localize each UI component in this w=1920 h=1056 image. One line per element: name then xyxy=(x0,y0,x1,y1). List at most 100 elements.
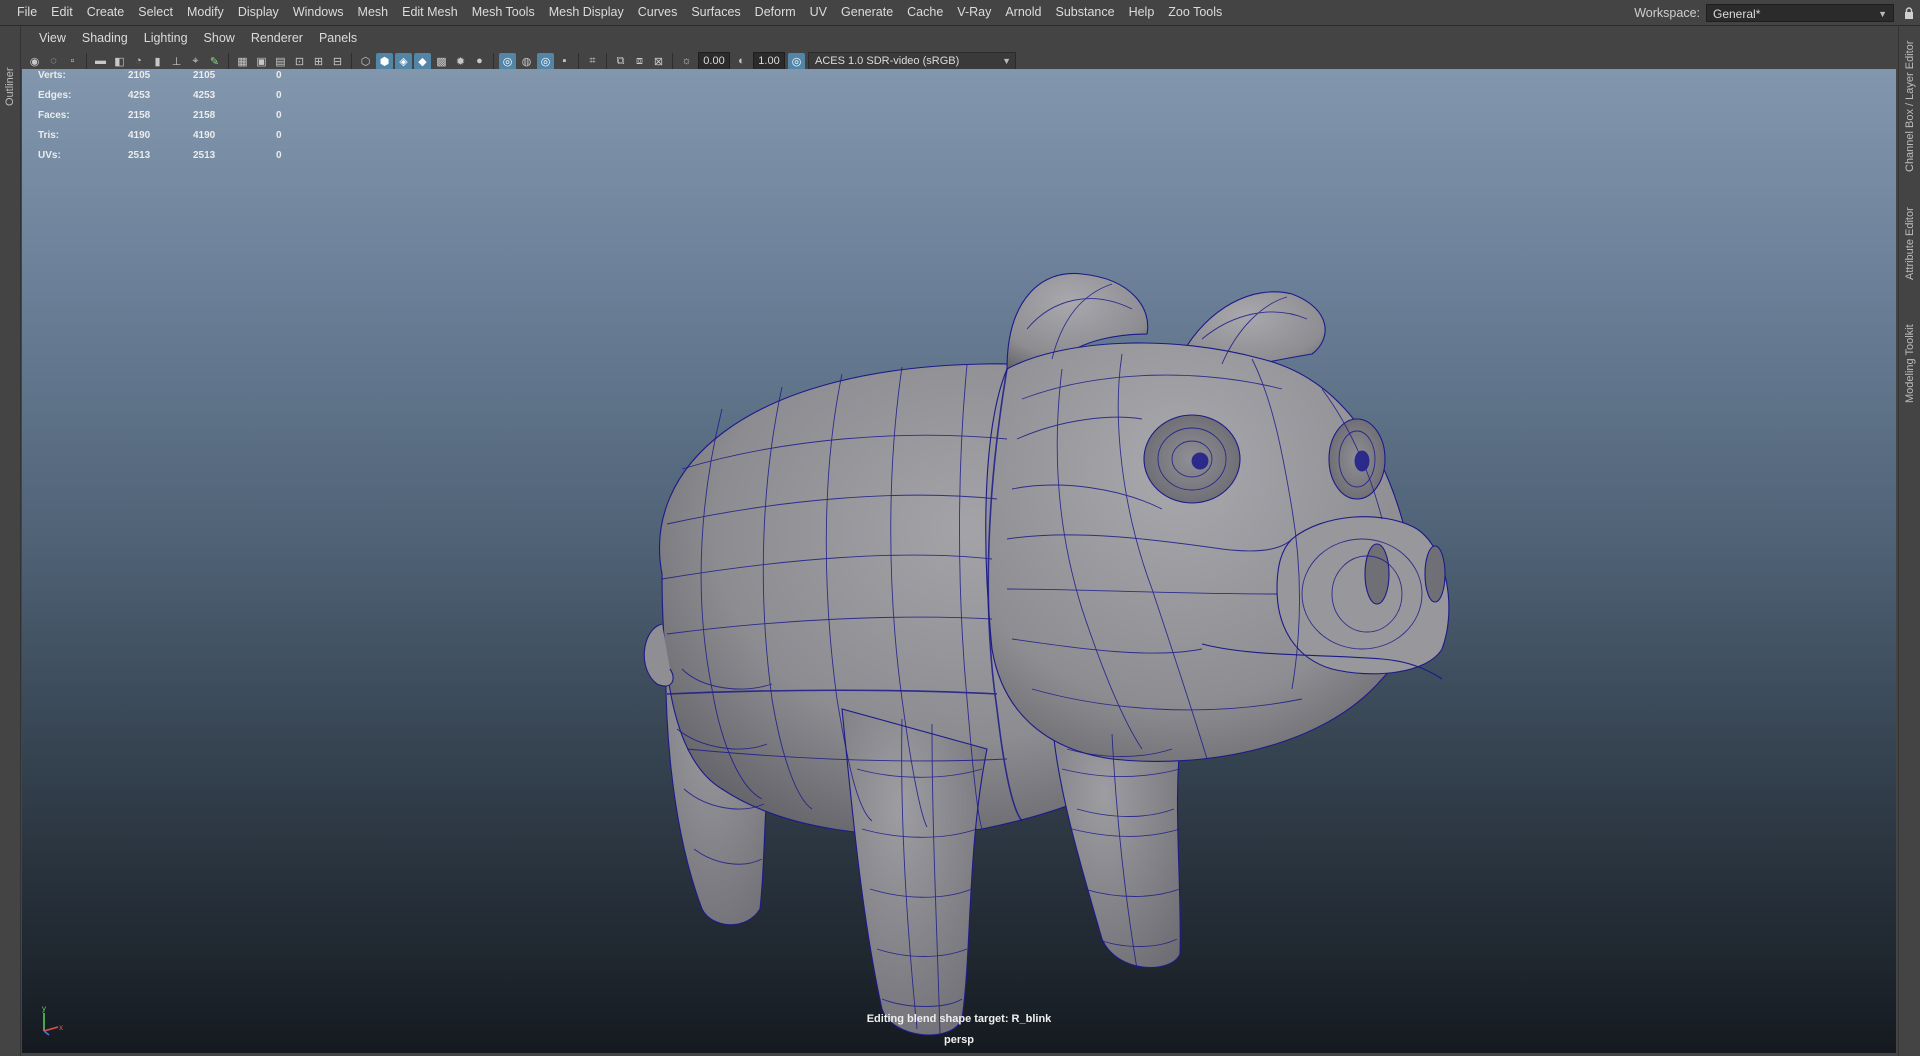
default-material-icon[interactable]: ◆ xyxy=(414,52,431,70)
menu-curves[interactable]: Curves xyxy=(631,0,685,25)
axis-y-label: y xyxy=(42,1004,46,1013)
toolbar-divider xyxy=(86,53,87,69)
ambient-occlusion-icon[interactable]: ▪ xyxy=(556,53,573,70)
safe-action-icon[interactable]: ⊞ xyxy=(310,53,327,70)
menu-generate[interactable]: Generate xyxy=(834,0,900,25)
toolbar-divider xyxy=(228,53,229,69)
menu-windows[interactable]: Windows xyxy=(286,0,351,25)
pig-mesh-model[interactable] xyxy=(22,69,1896,1053)
view-transform-dropdown[interactable]: ACES 1.0 SDR-video (sRGB) ▼ xyxy=(808,52,1016,70)
hud-value: 2513 xyxy=(128,150,151,161)
menu-help[interactable]: Help xyxy=(1122,0,1162,25)
menu-substance[interactable]: Substance xyxy=(1048,0,1121,25)
xray-icon[interactable]: ◎ xyxy=(499,52,516,70)
workspace-selector: Workspace: General* ▼ xyxy=(1634,0,1920,25)
menu-vray[interactable]: V-Ray xyxy=(950,0,998,25)
bookmark-icon[interactable]: ▫ xyxy=(64,53,81,70)
2d-pan-zoom-icon[interactable]: ◔ xyxy=(130,53,147,70)
select-camera-icon[interactable]: ◉ xyxy=(26,53,43,70)
camera-attributes-icon[interactable]: ◌ xyxy=(45,53,62,70)
tab-modeling-toolkit[interactable]: Modeling Toolkit xyxy=(1901,312,1919,416)
lock-icon[interactable] xyxy=(1898,0,1920,25)
grease-pencil-icon[interactable]: ▮ xyxy=(149,53,166,70)
menu-mesh-display[interactable]: Mesh Display xyxy=(542,0,631,25)
hud-value: 0 xyxy=(276,130,282,141)
wireframe-on-shaded-icon[interactable]: ◈ xyxy=(395,52,412,70)
panel-menu-show[interactable]: Show xyxy=(196,26,243,50)
tab-outliner[interactable]: Outliner xyxy=(1,60,19,114)
isolate-select-icon[interactable]: ⌗ xyxy=(584,53,601,70)
blend-shape-message: Editing blend shape target: R_blink xyxy=(866,1013,1052,1025)
menu-display[interactable]: Display xyxy=(231,0,286,25)
toolbar-divider xyxy=(606,53,607,69)
antialiasing-icon[interactable]: ⧉ xyxy=(612,53,629,70)
menu-modify[interactable]: Modify xyxy=(180,0,231,25)
hud-value: 0 xyxy=(276,90,282,101)
menu-create[interactable]: Create xyxy=(80,0,132,25)
hud-value: 2158 xyxy=(193,110,216,121)
panel-menu-renderer[interactable]: Renderer xyxy=(243,26,311,50)
hud-value: 2158 xyxy=(128,110,151,121)
xray-components-icon[interactable]: ◎ xyxy=(537,52,554,70)
menu-arnold[interactable]: Arnold xyxy=(998,0,1048,25)
motion-blur-icon[interactable]: ⊠ xyxy=(650,53,667,70)
tab-attribute-editor[interactable]: Attribute Editor xyxy=(1901,194,1919,294)
hud-label: Faces: xyxy=(38,110,70,121)
chevron-down-icon: ▼ xyxy=(1878,8,1887,19)
pencil-icon[interactable]: ✎ xyxy=(206,53,223,70)
toolbar-divider xyxy=(672,53,673,69)
grid-icon[interactable]: ▦ xyxy=(234,53,251,70)
menu-zoo-tools[interactable]: Zoo Tools xyxy=(1161,0,1229,25)
toolbar-divider xyxy=(578,53,579,69)
camera-icon[interactable]: ◧ xyxy=(111,53,128,70)
shadows-icon[interactable]: ● xyxy=(471,53,488,70)
tab-channel-box[interactable]: Channel Box / Layer Editor xyxy=(1901,34,1919,179)
hud-value: 4253 xyxy=(193,90,216,101)
gamma-icon[interactable]: ◐ xyxy=(733,53,750,70)
image-plane-icon[interactable]: ▬ xyxy=(92,53,109,70)
view-transform-value: ACES 1.0 SDR-video (sRGB) xyxy=(815,55,960,67)
textured-icon[interactable]: ▩ xyxy=(433,53,450,70)
panel-menu-panels[interactable]: Panels xyxy=(311,26,365,50)
gamma-field[interactable]: 1.00 xyxy=(753,52,785,70)
lock-camera-icon[interactable]: ⊥ xyxy=(168,53,185,70)
exposure-field[interactable]: 0.00 xyxy=(698,52,730,70)
menu-edit-mesh[interactable]: Edit Mesh xyxy=(395,0,465,25)
menu-cache[interactable]: Cache xyxy=(900,0,950,25)
menu-surfaces[interactable]: Surfaces xyxy=(684,0,747,25)
menu-mesh-tools[interactable]: Mesh Tools xyxy=(465,0,542,25)
hud-value: 4190 xyxy=(193,130,216,141)
toolbar-divider xyxy=(493,53,494,69)
menu-deform[interactable]: Deform xyxy=(748,0,803,25)
field-chart-icon[interactable]: ⊡ xyxy=(291,53,308,70)
panel-menu-view[interactable]: View xyxy=(31,26,74,50)
depth-of-field-icon[interactable]: ⧈ xyxy=(631,53,648,70)
workspace-value: General* xyxy=(1713,6,1761,21)
toolbar-divider xyxy=(351,53,352,69)
menu-uv[interactable]: UV xyxy=(803,0,834,25)
hud-value: 2105 xyxy=(128,70,151,81)
right-dock-strip: Channel Box / Layer Editor Attribute Edi… xyxy=(1898,26,1920,1056)
panel-menu-lighting[interactable]: Lighting xyxy=(136,26,196,50)
menu-select[interactable]: Select xyxy=(131,0,180,25)
resolution-gate-icon[interactable]: ▣ xyxy=(253,53,270,70)
wireframe-icon[interactable]: ⬡ xyxy=(357,53,374,70)
3d-viewport[interactable]: Verts: 2105 2105 0 Edges: 4253 4253 0 Fa… xyxy=(22,69,1896,1053)
menu-edit[interactable]: Edit xyxy=(44,0,80,25)
left-dock-strip: Outliner xyxy=(0,26,21,1056)
safe-title-icon[interactable]: ⊟ xyxy=(329,53,346,70)
menu-file[interactable]: File xyxy=(10,0,44,25)
hud-value: 0 xyxy=(276,110,282,121)
workspace-label: Workspace: xyxy=(1634,5,1700,20)
gate-mask-icon[interactable]: ▤ xyxy=(272,53,289,70)
use-all-lights-icon[interactable]: ✹ xyxy=(452,53,469,70)
menu-mesh[interactable]: Mesh xyxy=(351,0,396,25)
color-management-icon[interactable]: ◎ xyxy=(788,52,805,70)
workspace-dropdown[interactable]: General* ▼ xyxy=(1706,3,1894,22)
panel-menu-shading[interactable]: Shading xyxy=(74,26,136,50)
xray-joints-icon[interactable]: ◍ xyxy=(518,53,535,70)
film-gate-icon[interactable]: ⌖ xyxy=(187,53,204,70)
exposure-icon[interactable]: ☼ xyxy=(678,53,695,70)
camera-name: persp xyxy=(944,1034,974,1046)
smooth-shade-icon[interactable]: ⬢ xyxy=(376,52,393,70)
